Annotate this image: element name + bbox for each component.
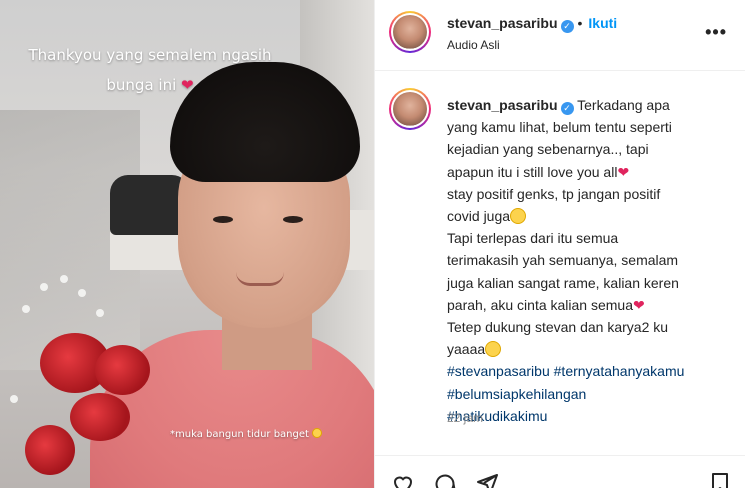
caption-username[interactable]: stevan_pasaribu — [447, 97, 558, 113]
save-bookmark-icon[interactable] — [708, 472, 732, 488]
header-avatar[interactable] — [389, 11, 431, 53]
story-caption-bottom: *muka bangun tidur banget — [170, 428, 323, 440]
caption-line: juga kalian sangat rame, kalian keren — [447, 274, 679, 291]
comment-icon[interactable] — [433, 472, 457, 488]
heart-emoji-icon: ❤ — [617, 163, 630, 180]
caption-line: yang kamu lihat, belum tentu seperti — [447, 119, 672, 136]
hashtag-link[interactable]: #belumsiapkehilangan — [447, 386, 586, 402]
hashtag-link[interactable]: #ternyatahanyakamu — [554, 363, 685, 379]
audio-link[interactable]: Audio Asli — [447, 38, 500, 52]
more-options-icon[interactable]: ••• — [705, 22, 727, 43]
share-icon[interactable] — [475, 472, 499, 488]
story-caption-top: Thankyou yang semalem ngasih bunga ini ❤ — [0, 40, 300, 100]
hashtag-link[interactable]: #stevanpasaribu — [447, 363, 550, 379]
like-heart-icon[interactable] — [391, 472, 415, 488]
caption-line: Tapi terlepas dari itu semua — [447, 230, 619, 247]
header-username[interactable]: stevan_pasaribu — [447, 15, 558, 31]
post-side-panel: stevan_pasaribu ✓ • Ikuti Audio Asli ••• st… — [374, 0, 745, 488]
post-timestamp[interactable]: 22 jam — [447, 411, 483, 425]
verified-badge-icon: ✓ — [560, 102, 574, 115]
person-smile — [236, 272, 284, 286]
caption-line: yaaaa — [447, 341, 486, 358]
caption-line: terimakasih yah semuanya, semalam — [447, 252, 679, 269]
caption-line: Terkadang apa — [577, 97, 670, 113]
person-eye-left — [213, 216, 233, 223]
person-eye-right — [283, 216, 303, 223]
heart-emoji-icon: ❤ — [633, 296, 645, 313]
caption-line: covid juga — [447, 208, 511, 225]
laugh-emoji-icon — [510, 208, 527, 225]
caption-line: kejadian yang sebenarnya.., tapi — [447, 141, 649, 158]
separator-dot: • — [577, 15, 583, 31]
caption-line: apapun itu i still love you all — [447, 163, 618, 180]
caption-line: Tetep dukung stevan dan karya2 ku — [447, 319, 669, 336]
heart-emoji-icon: ❤ — [181, 76, 194, 94]
action-bar — [375, 472, 745, 488]
flower-bouquet — [0, 275, 170, 488]
story-caption-line1: Thankyou yang semalem ngasih — [28, 46, 272, 64]
caption-line: stay positif genks, tp jangan positif — [447, 185, 661, 202]
post-caption: stevan_pasaribu ✓ Terkadang apa yang kamu… — [447, 94, 737, 427]
verified-badge-icon: ✓ — [560, 20, 574, 33]
actions-divider — [375, 455, 745, 456]
post-header: stevan_pasaribu ✓ • Ikuti Audio Asli ••• — [375, 0, 745, 71]
caption-line: parah, aku cinta kalian semua — [447, 296, 633, 313]
grin-emoji-icon — [312, 428, 323, 438]
smile-emoji-icon — [485, 341, 502, 358]
header-user-row: stevan_pasaribu ✓ • Ikuti — [447, 15, 617, 33]
story-caption-line2: bunga ini — [106, 76, 177, 94]
caption-avatar[interactable] — [389, 88, 431, 130]
post-media[interactable]: Thankyou yang semalem ngasih bunga ini ❤… — [0, 0, 374, 488]
follow-button[interactable]: Ikuti — [588, 15, 617, 31]
